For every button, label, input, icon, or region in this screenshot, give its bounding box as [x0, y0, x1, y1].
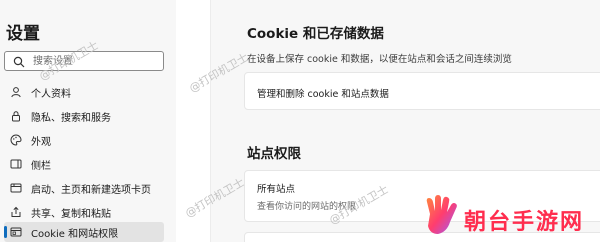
search-input[interactable] [33, 53, 161, 69]
home-tabs-icon [10, 183, 22, 193]
palette-icon [10, 134, 22, 146]
sidebar-item-label: 共享、复制和粘贴 [31, 208, 111, 220]
sidebar-item-cookies[interactable]: Cookie 和网站权限 [4, 222, 164, 242]
sidebar-item-appearance[interactable]: 外观 [4, 130, 164, 150]
sidebar-item-label: Cookie 和网站权限 [31, 228, 119, 240]
profile-icon [11, 87, 21, 98]
sidebar-item-sidebar[interactable]: 侧栏 [4, 154, 164, 174]
sidebar-panel-icon [10, 159, 22, 169]
sidebar-item-share[interactable]: 共享、复制和粘贴 [4, 202, 164, 222]
search-icon [13, 56, 25, 68]
logo-text: 朝台手游网 [464, 210, 585, 235]
manage-cookies-card[interactable]: 管理和删除 cookie 和站点数据 [244, 72, 600, 110]
manage-cookies-label: 管理和删除 cookie 和站点数据 [257, 89, 389, 100]
cookie-section-description: 在设备上保存 cookie 和数据，以便在站点和会话之间连续浏览 [247, 54, 512, 65]
lock-icon [12, 111, 20, 122]
hand-logo-icon [426, 195, 457, 234]
share-icon [11, 206, 21, 217]
sidebar-item-label: 侧栏 [31, 160, 51, 172]
cookie-section-title: Cookie 和已存储数据 [247, 26, 384, 42]
sidebar-item-profile[interactable]: 个人资料 [4, 82, 164, 102]
permissions-section-title: 站点权限 [247, 146, 301, 162]
search-box[interactable] [4, 51, 164, 71]
all-sites-subtitle: 查看你访问的网站的权限 [257, 202, 357, 212]
sidebar-item-startup[interactable]: 启动、主页和新建选项卡页 [4, 178, 164, 198]
site-permissions-icon [10, 227, 22, 237]
sidebar-title: 设置 [6, 24, 40, 44]
sidebar-item-label: 隐私、搜索和服务 [31, 112, 111, 124]
sidebar-item-label: 外观 [31, 136, 51, 148]
all-sites-title: 所有站点 [257, 184, 296, 195]
settings-window: 设置 个人资料 隐私、搜索和服务 [0, 0, 600, 242]
sidebar-item-label: 启动、主页和新建选项卡页 [31, 184, 151, 196]
sidebar-item-label: 个人资料 [31, 88, 71, 100]
settings-sidebar: 设置 个人资料 隐私、搜索和服务 [0, 0, 176, 242]
sidebar-item-privacy[interactable]: 隐私、搜索和服务 [4, 106, 164, 126]
site-logo: 朝台手游网 [414, 192, 600, 242]
